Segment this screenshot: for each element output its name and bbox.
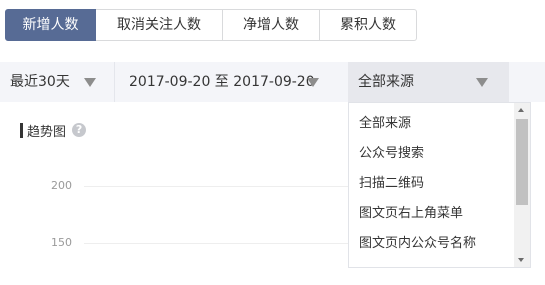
source-select-label: 全部来源 xyxy=(358,74,414,90)
tab-net-growth[interactable]: 净增人数 xyxy=(223,9,320,41)
dropdown-option[interactable]: 图文页右上角菜单 xyxy=(359,202,463,226)
tab-unfollow-users[interactable]: 取消关注人数 xyxy=(96,9,223,41)
tab-new-users[interactable]: 新增人数 xyxy=(5,9,96,41)
chevron-down-icon xyxy=(476,78,488,87)
source-select[interactable]: 全部来源 xyxy=(348,62,509,102)
time-range-select[interactable]: 最近30天 xyxy=(0,62,115,102)
dropdown-scrollbar[interactable] xyxy=(514,103,530,267)
source-dropdown-menu: 全部来源 公众号搜索 扫描二维码 图文页右上角菜单 图文页内公众号名称 xyxy=(348,102,531,268)
dropdown-option[interactable]: 图文页内公众号名称 xyxy=(359,232,476,256)
y-tick-label: 200 xyxy=(51,179,72,192)
chevron-down-icon xyxy=(84,78,96,87)
date-range-picker[interactable]: 2017-09-20 至 2017-09-20 xyxy=(115,62,348,102)
dropdown-option[interactable]: 公众号搜索 xyxy=(359,142,424,166)
scroll-down-arrow-icon[interactable] xyxy=(518,258,524,262)
dropdown-option[interactable]: 全部来源 xyxy=(359,112,411,136)
scrollbar-thumb[interactable] xyxy=(516,119,528,205)
help-icon[interactable]: ? xyxy=(72,123,87,137)
metric-tabs: 新增人数 取消关注人数 净增人数 累积人数 xyxy=(5,9,417,41)
heading-marker xyxy=(20,122,23,138)
trend-title: 趋势图 xyxy=(27,124,67,140)
chevron-down-icon xyxy=(307,78,319,87)
grid-line xyxy=(84,186,348,187)
tab-cumulative-users[interactable]: 累积人数 xyxy=(320,9,417,41)
time-range-label: 最近30天 xyxy=(10,74,70,90)
filter-bar: 最近30天 2017-09-20 至 2017-09-20 全部来源 xyxy=(0,62,545,102)
date-range-label: 2017-09-20 至 2017-09-20 xyxy=(129,74,315,90)
trend-heading: 趋势图 ? xyxy=(20,122,87,140)
scroll-up-arrow-icon[interactable] xyxy=(518,108,524,112)
grid-line xyxy=(84,243,348,244)
y-tick-label: 150 xyxy=(51,236,72,249)
dropdown-option[interactable]: 扫描二维码 xyxy=(359,172,424,196)
